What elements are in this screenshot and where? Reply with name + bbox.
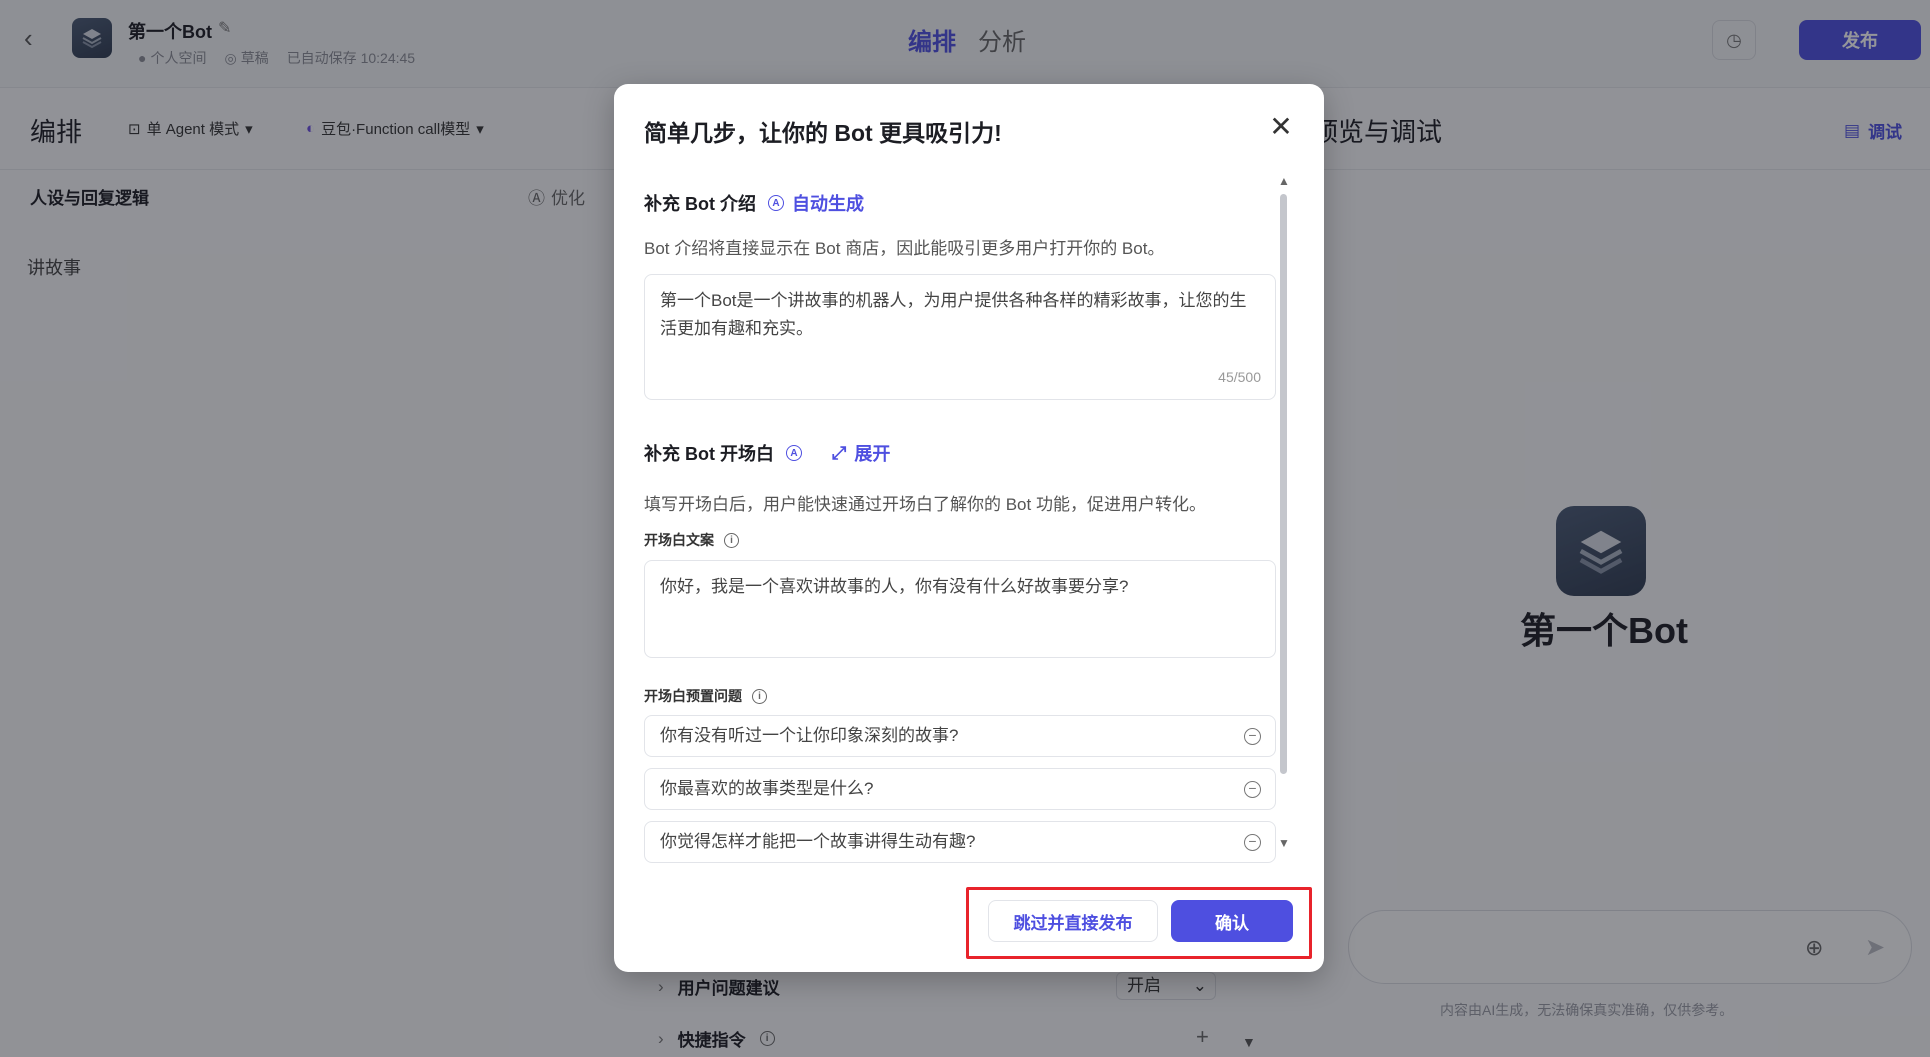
skip-and-publish-button[interactable]: 跳过并直接发布 — [988, 900, 1158, 942]
expand-icon: ⤢ — [832, 442, 847, 463]
preset-question-item[interactable]: 你有没有听过一个让你印象深刻的故事? − — [644, 715, 1276, 757]
scroll-down-icon[interactable]: ▼ — [1278, 836, 1290, 850]
intro-section: 补充 Bot 介绍 A 自动生成 Bot 介绍将直接显示在 Bot 商店，因此能… — [644, 190, 1276, 259]
opening-copy-textarea[interactable]: 你好，我是一个喜欢讲故事的人，你有没有什么好故事要分享? — [644, 560, 1276, 658]
preset-questions-label: 开场白预置问题 i — [644, 686, 767, 706]
preset-question-item[interactable]: 你觉得怎样才能把一个故事讲得生动有趣? − — [644, 821, 1276, 863]
opening-copy-text: 你好，我是一个喜欢讲故事的人，你有没有什么好故事要分享? — [660, 577, 1129, 596]
intro-heading: 补充 Bot 介绍 — [644, 194, 756, 214]
intro-text: 第一个Bot是一个讲故事的机器人，为用户提供各种各样的精彩故事，让您的生活更加有… — [660, 291, 1247, 338]
intro-textarea[interactable]: 第一个Bot是一个讲故事的机器人，为用户提供各种各样的精彩故事，让您的生活更加有… — [644, 274, 1276, 400]
opening-heading-row: 补充 Bot 开场白 A ⤢ 展开 — [644, 440, 1276, 466]
ai-icon[interactable]: A — [786, 445, 802, 461]
opening-description: 填写开场白后，用户能快速通过开场白了解你的 Bot 功能，促进用户转化。 — [644, 495, 1206, 514]
intro-description: Bot 介绍将直接显示在 Bot 商店，因此能吸引更多用户打开你的 Bot。 — [644, 239, 1165, 258]
scroll-thumb[interactable] — [1280, 194, 1287, 774]
intro-counter: 45/500 — [1218, 369, 1261, 385]
info-icon[interactable]: i — [752, 688, 767, 704]
intro-heading-row: 补充 Bot 介绍 A 自动生成 — [644, 190, 1276, 216]
publish-enhance-dialog: 简单几步，让你的 Bot 更具吸引力! ✕ 补充 Bot 介绍 A 自动生成 B… — [614, 84, 1324, 972]
auto-generate-button[interactable]: A 自动生成 — [768, 190, 864, 216]
ai-icon: A — [768, 195, 784, 211]
info-icon[interactable]: i — [724, 532, 739, 548]
confirm-button[interactable]: 确认 — [1171, 900, 1293, 942]
opening-copy-label: 开场白文案 i — [644, 530, 739, 550]
opening-section: 补充 Bot 开场白 A ⤢ 展开 填写开场白后，用户能快速通过开场白了解你的 … — [644, 440, 1276, 515]
dialog-scrollbar[interactable]: ▲ ▼ — [1278, 174, 1290, 854]
close-icon[interactable]: ✕ — [1266, 112, 1296, 142]
dialog-title: 简单几步，让你的 Bot 更具吸引力! — [644, 120, 1002, 146]
preset-question-item[interactable]: 你最喜欢的故事类型是什么? − — [644, 768, 1276, 810]
expand-button[interactable]: ⤢ 展开 — [832, 440, 890, 466]
scroll-up-icon[interactable]: ▲ — [1278, 174, 1290, 188]
remove-circle-icon[interactable]: − — [1244, 834, 1261, 851]
opening-heading: 补充 Bot 开场白 — [644, 444, 774, 464]
remove-circle-icon[interactable]: − — [1244, 728, 1261, 745]
remove-circle-icon[interactable]: − — [1244, 781, 1261, 798]
